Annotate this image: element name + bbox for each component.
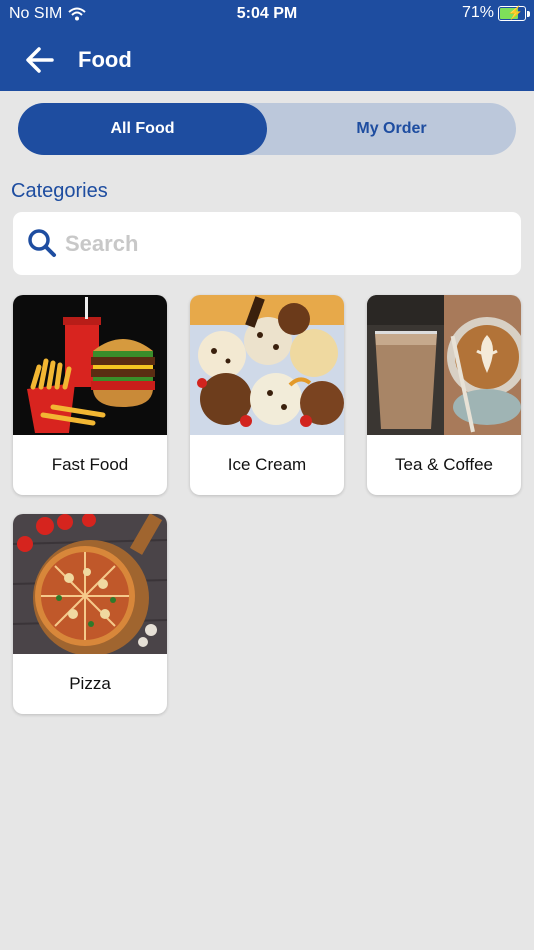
status-bar: No SIM 5:04 PM 71% ⚡ <box>0 0 534 28</box>
tab-my-order[interactable]: My Order <box>267 103 516 155</box>
status-right: 71% ⚡ <box>461 4 530 22</box>
category-label: Pizza <box>69 674 111 693</box>
tab-all-food[interactable]: All Food <box>18 103 267 155</box>
category-card-ice-cream[interactable]: Ice Cream <box>190 295 344 495</box>
category-label: Fast Food <box>51 455 129 474</box>
segmented-control: All Food My Order <box>18 103 516 155</box>
search-bar[interactable] <box>13 212 521 275</box>
fast-food-image <box>13 295 167 435</box>
category-card-fast-food[interactable]: Fast Food <box>13 295 167 495</box>
category-label: Ice Cream <box>227 455 307 474</box>
arrow-left-icon[interactable] <box>22 42 58 78</box>
tea-coffee-image <box>367 295 521 435</box>
pizza-image <box>13 514 167 654</box>
nav-row: Food <box>0 40 534 80</box>
search-input[interactable] <box>65 224 505 264</box>
ice-cream-image <box>190 295 344 435</box>
status-time: 5:04 PM <box>236 5 298 22</box>
page-title: Food <box>78 47 132 72</box>
top-bar: No SIM 5:04 PM 71% ⚡ Food <box>0 0 534 91</box>
category-label: Tea & Coffee <box>395 455 493 474</box>
battery-icon: ⚡ <box>498 5 530 21</box>
category-card-pizza[interactable]: Pizza <box>13 514 167 714</box>
categories-heading: Categories <box>11 180 108 202</box>
battery-percent: 71% <box>461 4 494 21</box>
search-icon <box>28 229 56 257</box>
category-card-tea-coffee[interactable]: Tea & Coffee <box>367 295 521 495</box>
